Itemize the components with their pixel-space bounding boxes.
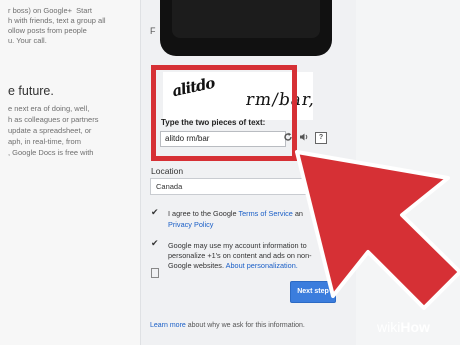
location-select[interactable]: Canada <box>150 178 331 195</box>
checkmark-icon[interactable]: ✔ <box>151 238 159 249</box>
signup-page: r boss) on Google+ Start h with friends,… <box>0 0 460 345</box>
watermark-suffix: How <box>400 319 430 335</box>
marketing-line: r boss) on Google+ Start <box>8 6 93 15</box>
learn-more-text: about why we ask for this information. <box>185 322 305 329</box>
about-personalization-link[interactable]: About personalization. <box>226 261 298 270</box>
marketing-line: u. Your call. <box>8 36 47 45</box>
checkbox-unchecked[interactable] <box>151 268 159 278</box>
marketing-line: update a spreadsheet, or <box>8 126 92 135</box>
field-label-fragment: F <box>150 26 156 36</box>
personalize-line: Google may use my account information to <box>168 241 307 250</box>
privacy-policy-link[interactable]: Privacy Policy <box>168 220 213 229</box>
captcha-highlight-frame <box>151 65 297 161</box>
marketing-column: r boss) on Google+ Start h with friends,… <box>0 0 140 345</box>
phone-screen <box>172 0 320 38</box>
marketing-heading: e future. <box>8 84 54 98</box>
marketing-line: h as colleagues or partners <box>8 115 99 124</box>
personalize-text: Google websites. <box>168 261 226 270</box>
audio-icon[interactable] <box>299 132 309 142</box>
phone-image <box>160 0 332 56</box>
location-label: Location <box>151 166 184 176</box>
marketing-line: , Google Docs is free with <box>8 148 94 157</box>
personalize-line: personalize +1's on content and ads on n… <box>168 251 312 260</box>
checkmark-icon[interactable]: ✔ <box>151 207 159 218</box>
watermark-prefix: wiki <box>377 319 401 335</box>
learn-more-line: Learn more about why we ask for this inf… <box>150 322 305 329</box>
terms-mid: an <box>292 209 303 218</box>
marketing-line: h with friends, text a group all <box>8 16 106 25</box>
marketing-line: e next era of doing, well, <box>8 104 90 113</box>
learn-more-link[interactable]: Learn more <box>150 322 186 329</box>
terms-prefix: I agree to the Google <box>168 209 239 218</box>
wikihow-watermark: wikiHow <box>377 319 430 335</box>
marketing-line: ollow posts from people <box>8 26 87 35</box>
personalize-line: Google websites. About personalization. <box>168 261 298 271</box>
terms-of-service-link[interactable]: Terms of Service <box>238 209 292 218</box>
marketing-line: aph, in real-time, from <box>8 137 81 146</box>
help-icon[interactable]: ? <box>315 132 327 144</box>
terms-agreement: I agree to the Google Terms of Service a… <box>168 209 303 219</box>
privacy-line: Privacy Policy <box>168 220 213 230</box>
next-step-button[interactable]: Next step <box>290 281 336 303</box>
